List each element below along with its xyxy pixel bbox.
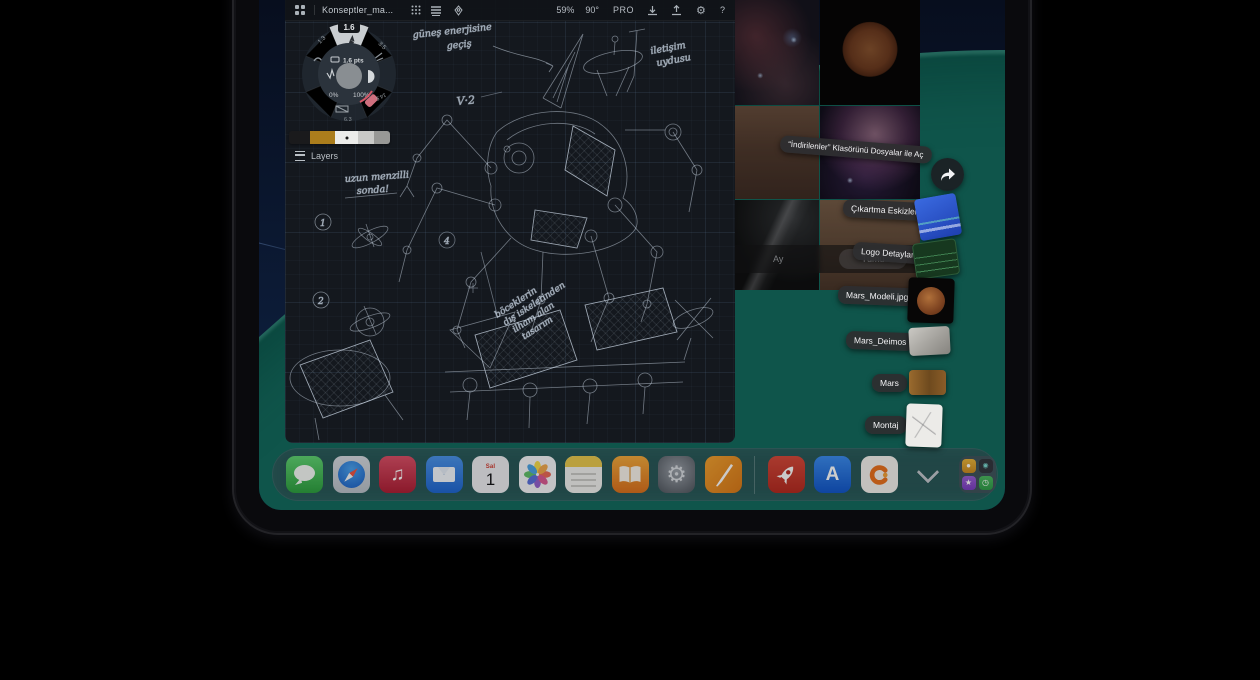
- drag-thumb-logo-board[interactable]: [912, 238, 961, 280]
- drag-thumb-deimos[interactable]: [908, 326, 950, 356]
- share-arrow-icon: [939, 167, 956, 182]
- drag-thumb-montaj-sketch[interactable]: [905, 403, 942, 447]
- drag-label-mars[interactable]: Mars: [872, 374, 907, 392]
- drag-thumb-mars-strip[interactable]: [909, 370, 946, 395]
- stage: güneş enerjisine geçiş iletişim uydusu V…: [0, 0, 1260, 680]
- drag-layer: “İndirilenler” Klasörünü Dosyalar ile Aç…: [259, 0, 1005, 510]
- share-button[interactable]: [931, 158, 964, 191]
- drag-label-mars-deimos[interactable]: Mars_Deimos: [846, 331, 915, 351]
- drag-thumb-mars-model[interactable]: [907, 277, 955, 324]
- drag-label-montaj[interactable]: Montaj: [865, 416, 907, 434]
- drag-thumb-sticker[interactable]: [914, 193, 963, 242]
- ipad-screen: güneş enerjisine geçiş iletişim uydusu V…: [259, 0, 1005, 510]
- banner-open-downloads[interactable]: “İndirilenler” Klasörünü Dosyalar ile Aç: [780, 135, 932, 164]
- drag-label-mars-model[interactable]: Mars_Modeli.jpg: [838, 286, 917, 307]
